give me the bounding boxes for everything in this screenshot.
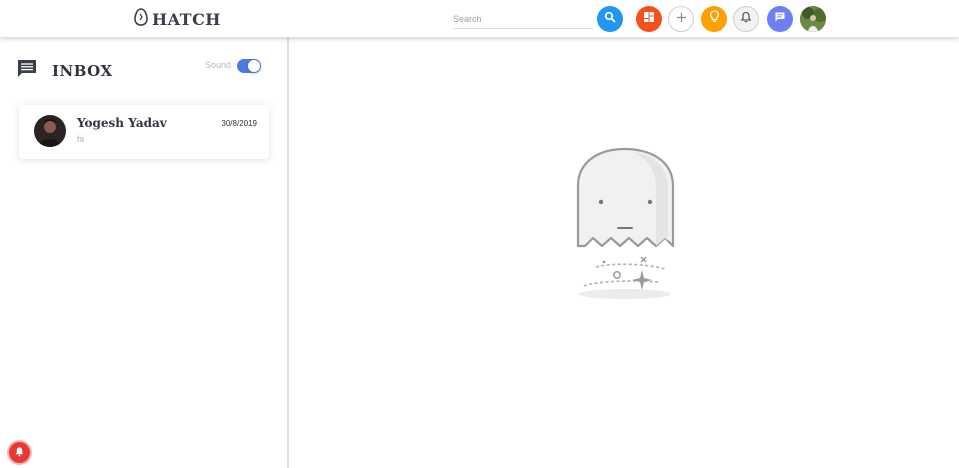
search-input[interactable] bbox=[453, 10, 593, 28]
top-navbar: HATCH bbox=[0, 0, 959, 37]
avatar bbox=[800, 6, 826, 32]
brand[interactable]: HATCH bbox=[134, 7, 221, 31]
search-field bbox=[453, 9, 593, 29]
messages-button[interactable] bbox=[767, 6, 793, 32]
dashboard-icon bbox=[643, 10, 655, 28]
inbox-header: INBOX bbox=[17, 59, 113, 83]
notifications-button[interactable] bbox=[733, 6, 759, 32]
dashboard-button[interactable] bbox=[636, 6, 662, 32]
message-date: 30/8/2019 bbox=[221, 119, 257, 128]
add-button[interactable] bbox=[668, 6, 694, 32]
bell-icon bbox=[740, 10, 752, 28]
sound-toggle[interactable] bbox=[237, 59, 261, 73]
ideas-button[interactable] bbox=[701, 6, 727, 32]
message-icon bbox=[17, 59, 37, 83]
plus-icon bbox=[676, 10, 687, 28]
contact-avatar bbox=[34, 115, 66, 147]
conversation-panel bbox=[289, 37, 959, 468]
lightbulb-icon bbox=[709, 10, 720, 28]
profile-avatar[interactable] bbox=[800, 6, 826, 32]
contact-name: Yogesh Yadav bbox=[77, 116, 167, 130]
search-button[interactable] bbox=[597, 6, 623, 32]
notification-alert-button[interactable] bbox=[9, 442, 30, 463]
egg-icon bbox=[134, 7, 148, 31]
conversation-item[interactable]: Yogesh Yadav 30/8/2019 hi bbox=[19, 105, 269, 159]
toggle-knob bbox=[247, 59, 261, 73]
chat-icon bbox=[774, 10, 786, 28]
inbox-title: INBOX bbox=[52, 62, 113, 80]
alert-bell-icon bbox=[14, 444, 25, 462]
brand-name: HATCH bbox=[152, 9, 221, 29]
sound-label: Sound bbox=[205, 60, 232, 70]
search-icon bbox=[604, 10, 616, 28]
message-preview: hi bbox=[77, 134, 85, 144]
ghost-icon bbox=[570, 146, 680, 306]
inbox-sidebar: INBOX Sound Yogesh Yadav 30/8/2019 hi bbox=[0, 37, 289, 468]
